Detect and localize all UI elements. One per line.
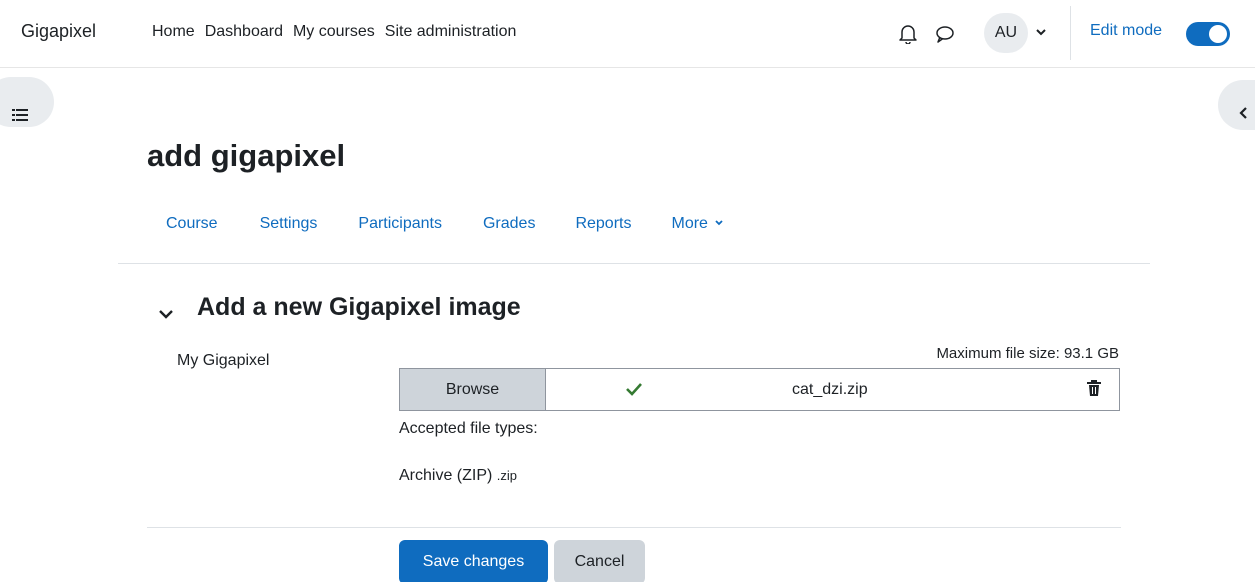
- field-label: My Gigapixel: [177, 352, 270, 369]
- tab-grades[interactable]: Grades: [483, 215, 535, 233]
- tab-settings[interactable]: Settings: [260, 215, 318, 233]
- section-title[interactable]: Add a new Gigapixel image: [197, 293, 521, 322]
- cancel-button[interactable]: Cancel: [554, 540, 645, 582]
- page-title: add gigapixel: [147, 138, 346, 173]
- site-brand[interactable]: Gigapixel: [21, 21, 96, 42]
- file-picker[interactable]: Browse cat_dzi.zip: [399, 368, 1120, 411]
- chevron-down-icon: [715, 220, 724, 226]
- accepted-file-types-label: Accepted file types:: [399, 420, 538, 437]
- tab-reports[interactable]: Reports: [575, 215, 631, 233]
- tab-participants[interactable]: Participants: [358, 215, 442, 233]
- chevron-down-icon[interactable]: [157, 305, 175, 323]
- accepted-file-type: Archive (ZIP) .zip: [399, 467, 517, 485]
- secondary-nav-divider: [118, 263, 1150, 264]
- save-changes-button[interactable]: Save changes: [399, 540, 548, 582]
- edit-mode-toggle[interactable]: [1186, 22, 1230, 46]
- nav-link-home[interactable]: Home: [152, 23, 195, 41]
- list-icon[interactable]: [12, 108, 28, 122]
- accepted-type-extension: .zip: [496, 468, 518, 483]
- nav-link-dashboard[interactable]: Dashboard: [205, 23, 283, 41]
- tab-more[interactable]: More: [671, 215, 724, 233]
- max-file-size: Maximum file size: 93.1 GB: [936, 345, 1119, 362]
- tab-more-label: More: [671, 215, 708, 232]
- nav-link-my-courses[interactable]: My courses: [293, 23, 375, 41]
- chevron-down-icon[interactable]: [1035, 25, 1047, 39]
- chevron-left-icon[interactable]: [1237, 106, 1249, 120]
- check-icon: [626, 383, 642, 396]
- bell-icon[interactable]: [897, 22, 919, 44]
- toggle-knob: [1209, 25, 1227, 43]
- secondary-navigation: Course Settings Participants Grades Repo…: [166, 215, 724, 233]
- browse-button[interactable]: Browse: [400, 369, 546, 410]
- tab-course[interactable]: Course: [166, 215, 218, 233]
- selected-file-name: cat_dzi.zip: [792, 381, 868, 398]
- nav-link-site-administration[interactable]: Site administration: [385, 23, 517, 41]
- navbar-divider: [1070, 6, 1071, 60]
- edit-mode-label[interactable]: Edit mode: [1090, 22, 1162, 40]
- chat-icon[interactable]: [934, 23, 956, 45]
- top-navbar: Gigapixel Home Dashboard My courses Site…: [0, 0, 1255, 68]
- block-drawer-toggle[interactable]: [1218, 80, 1255, 130]
- accepted-type-name: Archive (ZIP): [399, 467, 493, 484]
- avatar-initials: AU: [994, 24, 1018, 41]
- form-divider: [147, 527, 1121, 528]
- user-avatar[interactable]: AU: [984, 13, 1028, 53]
- primary-navigation: Home Dashboard My courses Site administr…: [152, 23, 526, 41]
- trash-icon[interactable]: [1087, 380, 1101, 396]
